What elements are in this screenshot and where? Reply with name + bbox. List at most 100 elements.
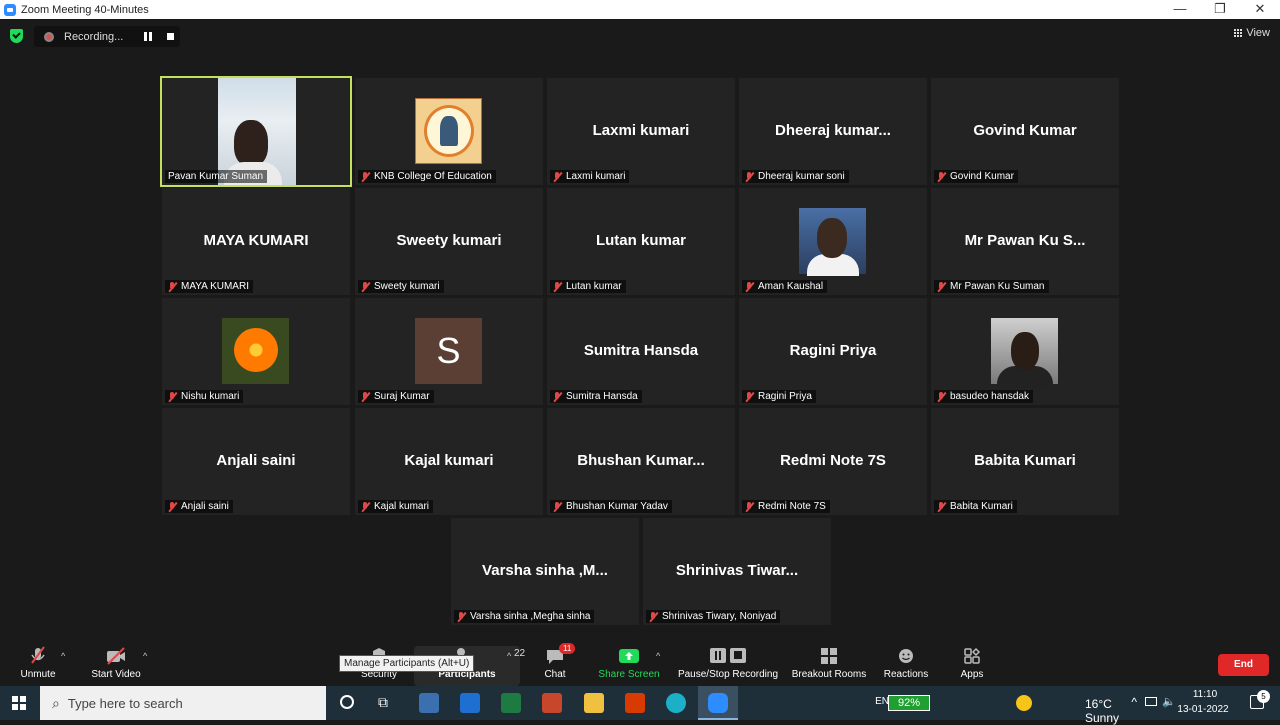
participant-display-name: Sweety kumari bbox=[396, 232, 502, 249]
participants-caret-icon[interactable]: ^ bbox=[507, 651, 511, 661]
recording-dot-icon bbox=[44, 31, 54, 42]
unmute-button[interactable]: Unmute bbox=[16, 646, 60, 680]
share-screen-icon bbox=[619, 646, 639, 666]
participant-tile[interactable]: Ragini Priya Ragini Priya bbox=[739, 298, 927, 405]
participant-name-label: Mr Pawan Ku Suman bbox=[934, 280, 1049, 293]
participant-name-label: Babita Kumari bbox=[934, 500, 1017, 513]
participant-tile[interactable]: KNB College Of Education bbox=[355, 78, 543, 185]
window-titlebar: Zoom Meeting 40-Minutes — ❐ ✕ bbox=[0, 0, 1280, 19]
participant-name: Bhushan Kumar Yadav bbox=[566, 501, 668, 512]
search-placeholder: Type here to search bbox=[67, 695, 183, 711]
participant-name: Redmi Note 7S bbox=[758, 501, 826, 512]
end-meeting-button[interactable]: End bbox=[1218, 654, 1269, 676]
participant-display-name: Babita Kumari bbox=[974, 452, 1076, 469]
office-icon[interactable] bbox=[625, 693, 645, 713]
clock-date[interactable]: 13-01-2022 bbox=[1176, 704, 1230, 715]
participant-tile[interactable]: Bhushan Kumar... Bhushan Kumar Yadav bbox=[547, 408, 735, 515]
participant-tile[interactable]: Dheeraj kumar... Dheeraj kumar soni bbox=[739, 78, 927, 185]
share-screen-button[interactable]: Share Screen bbox=[598, 646, 660, 680]
zoom-taskbar-button[interactable] bbox=[698, 686, 738, 720]
cortana-icon[interactable] bbox=[340, 695, 354, 709]
participant-display-name: MAYA KUMARI bbox=[203, 232, 309, 249]
participant-name-label: Dheeraj kumar soni bbox=[742, 170, 849, 183]
view-button[interactable]: View bbox=[1234, 27, 1270, 39]
participant-tile[interactable]: Aman Kaushal bbox=[739, 188, 927, 295]
participant-tile[interactable]: Mr Pawan Ku S... Mr Pawan Ku Suman bbox=[931, 188, 1119, 295]
participant-tile[interactable]: Babita Kumari Babita Kumari bbox=[931, 408, 1119, 515]
network-icon[interactable] bbox=[1145, 697, 1157, 706]
volume-icon[interactable]: 🔈 bbox=[1162, 695, 1176, 708]
excel-icon[interactable] bbox=[501, 693, 521, 713]
participant-tile[interactable]: Pavan Kumar Suman bbox=[160, 76, 352, 187]
participant-name: Lutan kumar bbox=[566, 281, 622, 292]
stop-recording-icon[interactable] bbox=[167, 33, 174, 40]
participant-display-name: Varsha sinha ,M... bbox=[482, 562, 608, 579]
participant-tile[interactable]: Redmi Note 7S Redmi Note 7S bbox=[739, 408, 927, 515]
taskbar-search-box[interactable]: ⌕ Type here to search bbox=[40, 686, 326, 720]
video-options-caret-icon[interactable]: ^ bbox=[143, 651, 147, 661]
share-options-caret-icon[interactable]: ^ bbox=[656, 651, 660, 661]
task-view-icon[interactable]: ⧉ bbox=[378, 694, 388, 711]
muted-mic-icon bbox=[937, 281, 946, 292]
minimize-button[interactable]: — bbox=[1160, 0, 1200, 19]
clock-time[interactable]: 11:10 bbox=[1180, 689, 1230, 700]
taskbar-app-icon[interactable] bbox=[542, 693, 562, 713]
participant-tile[interactable]: S Suraj Kumar bbox=[355, 298, 543, 405]
participant-name: Nishu kumari bbox=[181, 391, 240, 402]
participant-tile[interactable]: Anjali saini Anjali saini bbox=[162, 408, 350, 515]
participant-tile[interactable]: Varsha sinha ,M... Varsha sinha ,Megha si… bbox=[451, 518, 639, 625]
share-screen-label: Share Screen bbox=[598, 669, 660, 680]
show-hidden-icons-icon[interactable]: ^ bbox=[1131, 695, 1137, 709]
participant-name: basudeo hansdak bbox=[950, 391, 1029, 402]
start-video-button[interactable]: Start Video bbox=[88, 646, 144, 680]
apps-button[interactable]: Apps bbox=[950, 646, 994, 680]
zoom-app-icon bbox=[4, 3, 16, 16]
recording-button-label: Pause/Stop Recording bbox=[677, 669, 779, 680]
participant-display-name: Dheeraj kumar... bbox=[775, 122, 891, 139]
participant-name-label: Kajal kumari bbox=[358, 500, 434, 513]
participant-tile[interactable]: Kajal kumari Kajal kumari bbox=[355, 408, 543, 515]
language-indicator[interactable]: EN bbox=[875, 696, 889, 707]
battery-indicator[interactable]: 92% bbox=[888, 695, 930, 711]
participant-name: KNB College Of Education bbox=[374, 171, 492, 182]
participant-name-label: Ragini Priya bbox=[742, 390, 816, 403]
participant-tile[interactable]: Shrinivas Tiwar... Shrinivas Tiwary, Noni… bbox=[643, 518, 831, 625]
file-explorer-icon[interactable] bbox=[584, 693, 604, 713]
breakout-rooms-button[interactable]: Breakout Rooms bbox=[790, 646, 868, 680]
reactions-smiley-icon bbox=[896, 646, 916, 666]
participant-tile[interactable]: Govind Kumar Govind Kumar bbox=[931, 78, 1119, 185]
pause-recording-icon[interactable] bbox=[144, 32, 152, 41]
participant-tile[interactable]: basudeo hansdak bbox=[931, 298, 1119, 405]
grid-view-icon bbox=[1234, 28, 1244, 38]
notification-count-badge: 5 bbox=[1257, 690, 1270, 703]
recording-indicator: Recording... bbox=[34, 26, 180, 47]
microsoft-store-icon[interactable] bbox=[460, 693, 480, 713]
chat-button[interactable]: 11 Chat bbox=[537, 643, 576, 680]
close-button[interactable]: ✕ bbox=[1240, 0, 1280, 19]
edge-browser-icon[interactable] bbox=[666, 693, 686, 713]
windows-start-icon[interactable] bbox=[12, 696, 26, 710]
audio-options-caret-icon[interactable]: ^ bbox=[61, 651, 65, 661]
participant-tile[interactable]: Nishu kumari bbox=[162, 298, 350, 405]
muted-mic-icon bbox=[168, 501, 177, 512]
participant-profile-photo bbox=[799, 208, 866, 276]
muted-mic-icon bbox=[745, 171, 754, 182]
participant-display-name: Ragini Priya bbox=[789, 342, 877, 359]
reactions-button[interactable]: Reactions bbox=[881, 646, 931, 680]
participant-display-name: Redmi Note 7S bbox=[780, 452, 886, 469]
weather-text[interactable]: 16°C Sunny bbox=[1085, 697, 1119, 725]
muted-mic-icon bbox=[745, 391, 754, 402]
participant-tile[interactable]: Lutan kumar Lutan kumar bbox=[547, 188, 735, 295]
participant-tile[interactable]: MAYA KUMARI MAYA KUMARI bbox=[162, 188, 350, 295]
participant-tile[interactable]: Sumitra Hansda Sumitra Hansda bbox=[547, 298, 735, 405]
pause-stop-recording-button[interactable]: Pause/Stop Recording bbox=[676, 646, 780, 680]
maximize-button[interactable]: ❐ bbox=[1200, 0, 1240, 19]
muted-mic-icon bbox=[937, 171, 946, 182]
taskbar-app-icon[interactable] bbox=[419, 693, 439, 713]
participant-tile[interactable]: Laxmi kumari Laxmi kumari bbox=[547, 78, 735, 185]
encryption-shield-icon[interactable] bbox=[10, 29, 23, 43]
participant-tile[interactable]: Sweety kumari Sweety kumari bbox=[355, 188, 543, 295]
muted-mic-icon bbox=[937, 501, 946, 512]
window-title: Zoom Meeting 40-Minutes bbox=[21, 3, 149, 16]
participant-name-label: Anjali saini bbox=[165, 500, 233, 513]
